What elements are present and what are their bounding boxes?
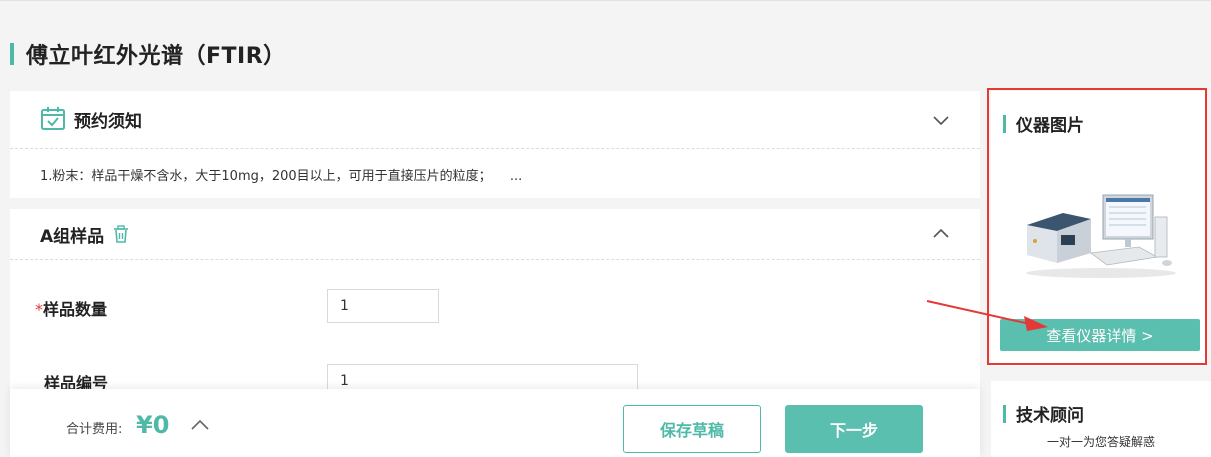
top-divider — [0, 0, 1211, 1]
trash-icon[interactable] — [112, 225, 130, 243]
page-title: 傅立叶红外光谱（FTIR） — [10, 40, 286, 69]
notice-header[interactable]: 预约须知 — [10, 91, 980, 149]
notice-title: 预约须知 — [74, 112, 142, 132]
instrument-title-text: 仪器图片 — [1016, 116, 1084, 136]
title-accent-bar — [1003, 404, 1006, 423]
tech-advisor-panel: 技术顾问 一对一为您答疑解惑 — [991, 381, 1211, 457]
calendar-check-icon — [40, 105, 66, 135]
sample-group-title: A组样品 — [40, 226, 105, 247]
total-cost-label: 合计费用: — [66, 422, 123, 437]
instrument-panel-title: 仪器图片 — [1003, 111, 1084, 136]
chevron-down-icon[interactable] — [932, 111, 950, 133]
notice-content: 1.粉末：样品干燥不含水，大于10mg，200目以上，可用于直接压片的粒度； .… — [10, 149, 980, 184]
save-draft-button[interactable]: 保存草稿 — [623, 405, 761, 453]
title-accent-bar — [1003, 114, 1006, 133]
sample-quantity-label: *样品数量 — [35, 296, 107, 320]
sample-quantity-label-text: 样品数量 — [43, 300, 108, 319]
view-instrument-details-button[interactable]: 查看仪器详情 > — [1000, 319, 1200, 351]
expand-cost-chevron-icon[interactable] — [190, 417, 210, 437]
notice-panel: 预约须知 1.粉末：样品干燥不含水，大于10mg，200目以上，可用于直接压片的… — [10, 91, 980, 198]
notice-more[interactable]: ... — [510, 169, 522, 184]
next-step-button[interactable]: 下一步 — [785, 405, 923, 453]
notice-text: 1.粉末：样品干燥不含水，大于10mg，200目以上，可用于直接压片的粒度； — [40, 169, 492, 184]
ftir-instrument-image — [1021, 191, 1181, 285]
sample-group-header[interactable]: A组样品 — [10, 209, 980, 260]
total-cost-value: ¥0 — [136, 411, 170, 439]
tech-title-text: 技术顾问 — [1016, 406, 1084, 426]
instrument-image-panel: 仪器图片 查看仪器详情 > — [991, 91, 1207, 366]
required-mark: * — [35, 300, 43, 319]
page-title-text: 傅立叶红外光谱（FTIR） — [26, 44, 286, 69]
chevron-up-icon[interactable] — [932, 225, 950, 247]
tech-panel-title: 技术顾问 — [1003, 401, 1084, 426]
sample-quantity-input[interactable] — [327, 289, 439, 323]
tech-advisor-subtitle: 一对一为您答疑解惑 — [1046, 435, 1155, 449]
order-footer-bar: 合计费用: ¥0 保存草稿 下一步 — [10, 389, 980, 457]
title-accent-bar — [10, 43, 14, 65]
